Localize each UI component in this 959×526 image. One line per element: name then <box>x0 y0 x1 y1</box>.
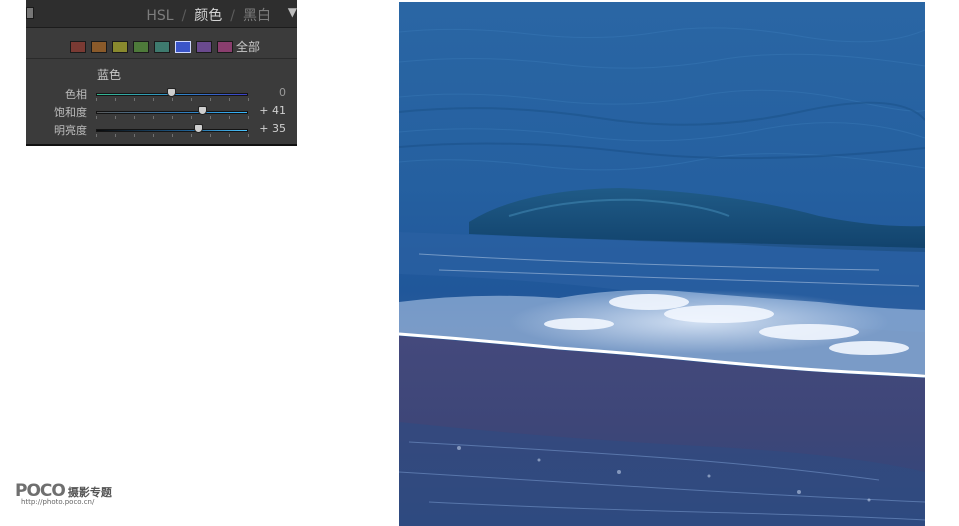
slider-label: 明亮度 <box>54 124 87 137</box>
slider-row-lum: 明亮度 + 35 <box>26 122 297 138</box>
slider-track[interactable] <box>96 111 248 114</box>
ocean-photo-image <box>399 2 925 526</box>
all-colors-toggle[interactable]: 全部 <box>236 38 260 55</box>
slider-label: 饱和度 <box>54 106 87 119</box>
swatch-aqua[interactable] <box>154 40 170 53</box>
slider-track[interactable] <box>96 129 248 132</box>
swatch-magenta[interactable] <box>217 40 233 53</box>
slider-thumb[interactable] <box>167 88 176 97</box>
swatch-blue[interactable] <box>175 40 191 53</box>
panel-tabs: HSL / 颜色 / 黑白 <box>146 5 271 25</box>
poco-url: http://photo.poco.cn/ <box>21 498 95 506</box>
dropdown-arrow-icon[interactable]: ▼ <box>288 5 297 19</box>
swatch-purple[interactable] <box>196 40 212 53</box>
panel-header: HSL / 颜色 / 黑白 ▼ <box>26 0 297 28</box>
slider-ticks <box>96 98 249 101</box>
poco-watermark: POCO 摄影专题 http://photo.poco.cn/ <box>15 481 112 506</box>
slider-ticks <box>96 116 249 119</box>
swatch-orange[interactable] <box>91 40 107 53</box>
color-swatch-row: 全部 <box>70 36 260 54</box>
tab-bw[interactable]: 黑白 <box>243 8 271 24</box>
slider-ticks <box>96 134 249 137</box>
tab-separator: / <box>230 8 235 24</box>
hsl-panel: HSL / 颜色 / 黑白 ▼ 全部 蓝色 色相 0 饱和度 + 41 明亮度 + 35 <box>26 0 297 146</box>
panel-divider <box>26 58 297 59</box>
slider-row-sat: 饱和度 + 41 <box>26 104 297 120</box>
swatch-red[interactable] <box>70 40 86 53</box>
section-title: 蓝色 <box>97 68 122 82</box>
panel-toggle-icon[interactable] <box>26 7 34 19</box>
tab-separator: / <box>181 8 187 24</box>
slider-thumb[interactable] <box>193 124 203 133</box>
slider-value: + 41 <box>259 104 286 117</box>
tab-hsl[interactable]: HSL <box>146 8 173 24</box>
slider-label: 色相 <box>65 88 87 101</box>
swatch-yellow[interactable] <box>112 40 128 53</box>
slider-value: + 35 <box>259 122 286 135</box>
slider-row-hue: 色相 0 <box>26 86 297 102</box>
swatch-green[interactable] <box>133 40 149 53</box>
tab-color[interactable]: 颜色 <box>194 8 222 24</box>
slider-value: 0 <box>279 86 286 99</box>
ocean-photo <box>399 2 925 526</box>
